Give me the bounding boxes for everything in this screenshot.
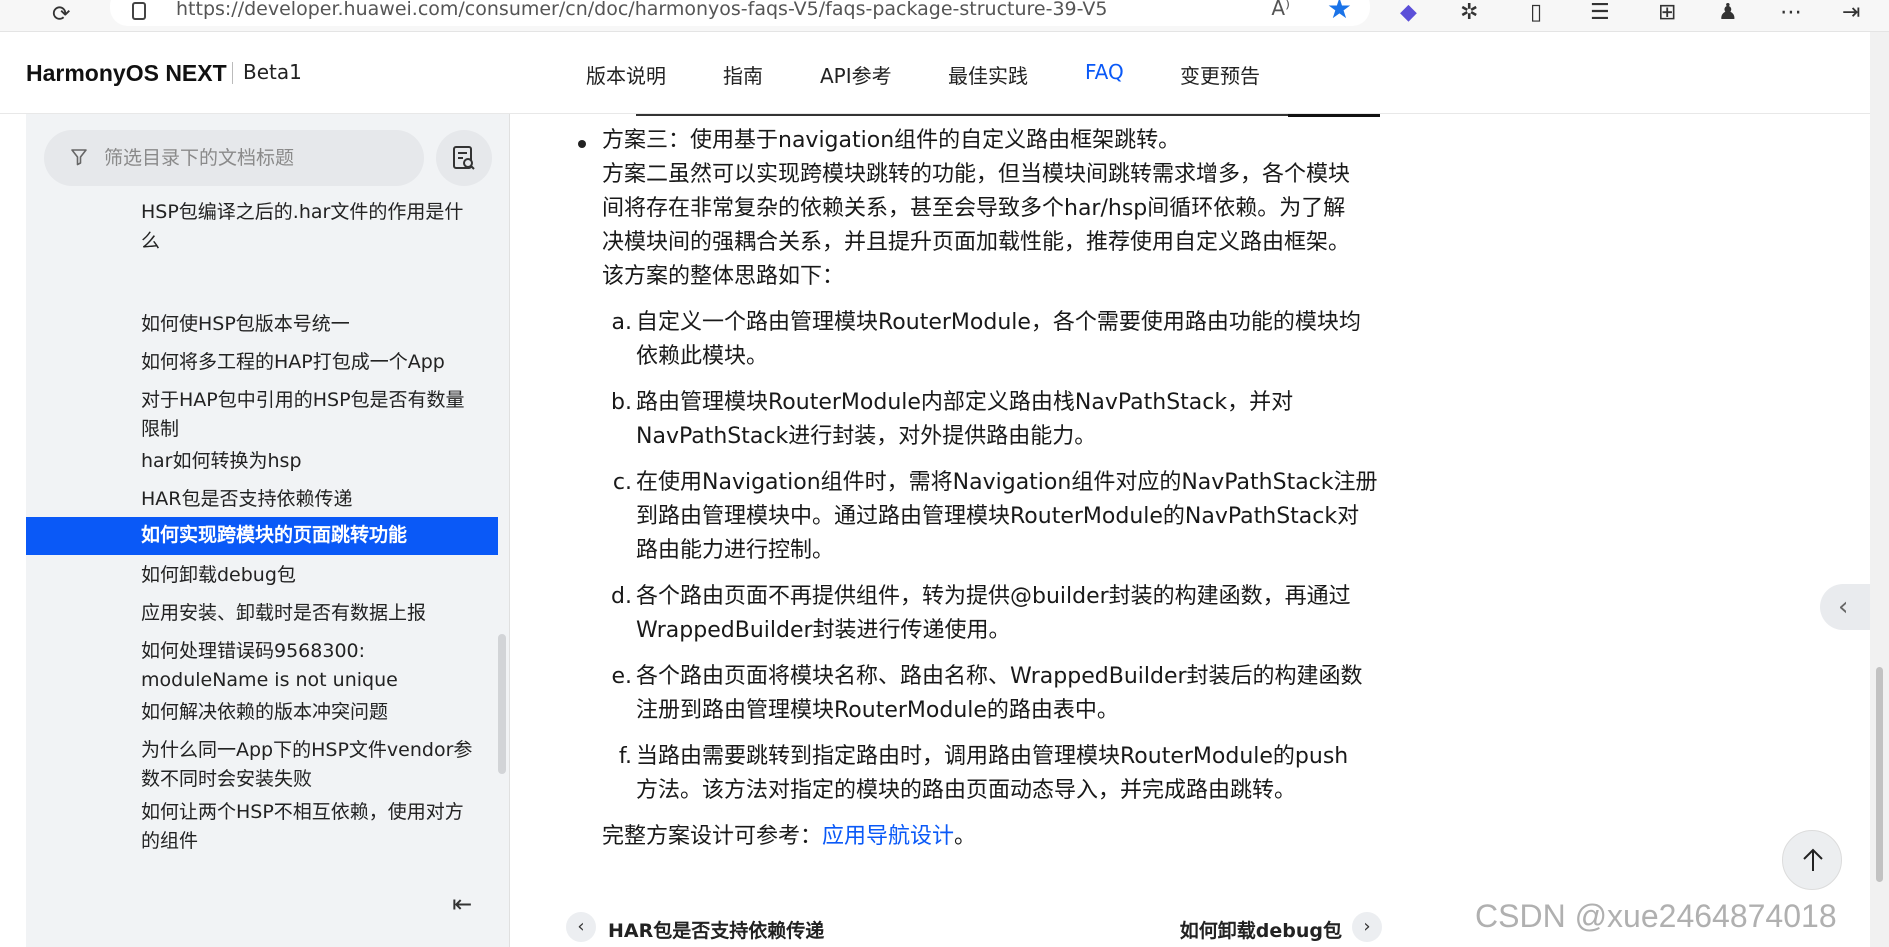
step-a-line-1: 自定义一个路由管理模块RouterModule，各个需要使用路由功能的模块均 bbox=[636, 310, 1361, 335]
document-search-icon bbox=[453, 146, 475, 170]
step-letter: f. bbox=[618, 744, 632, 769]
split-screen-icon[interactable]: ▯ bbox=[1530, 0, 1542, 25]
sidebar: HSP包编译之后的.har文件的作用是什么 如何使HSP包版本号统一 如何将多工… bbox=[26, 114, 510, 947]
watermark: CSDN @xue2464874018 bbox=[1475, 898, 1837, 934]
sidebar-item-vendor-param[interactable]: 为什么同一App下的HSP文件vendor参数不同时会安装失败 bbox=[26, 736, 498, 794]
step-a-line-2: 依赖此模块。 bbox=[636, 344, 769, 369]
read-aloud-icon[interactable]: A⁾ bbox=[1271, 0, 1290, 20]
step-e-line-1: 各个路由页面将模块名称、路由名称、WrappedBuilder封装后的构建函数 bbox=[636, 664, 1363, 689]
prev-page-link[interactable]: HAR包是否支持依赖传递 bbox=[608, 916, 824, 943]
chevron-right-icon[interactable]: › bbox=[1352, 912, 1382, 942]
main-content: 方案三：使用基于navigation组件的自定义路由框架跳转。 方案二虽然可以实… bbox=[560, 114, 1390, 947]
pager: ‹ HAR包是否支持依赖传递 如何卸载debug包 › bbox=[560, 910, 1390, 947]
sidebar-item-har-to-hsp[interactable]: har如何转换为hsp bbox=[26, 447, 498, 476]
tab-guide[interactable]: 指南 bbox=[723, 60, 763, 89]
collections-icon[interactable]: ⊞ bbox=[1658, 0, 1676, 25]
sidebar-toggle-icon[interactable]: ⇥ bbox=[1842, 0, 1860, 25]
tab-faq[interactable]: FAQ bbox=[1085, 60, 1124, 84]
copilot-icon[interactable]: ◆ bbox=[1400, 0, 1417, 25]
top-navigation: HarmonyOS NEXT Beta1 版本说明 指南 API参考 最佳实践 … bbox=[0, 32, 1870, 114]
page-scrollbar-thumb[interactable] bbox=[1876, 667, 1883, 882]
step-d-line-1: 各个路由页面不再提供组件，转为提供@builder封装的构建函数，再通过 bbox=[636, 584, 1351, 609]
address-bar[interactable]: https://developer.huawei.com/consumer/cn… bbox=[110, 0, 1370, 26]
step-b-line-2: NavPathStack进行封装，对外提供路由能力。 bbox=[636, 424, 1097, 449]
sidebar-item-cross-module-jump[interactable]: 如何实现跨模块的页面跳转功能 bbox=[26, 517, 498, 555]
doc-search-button[interactable] bbox=[436, 130, 492, 186]
collapse-sidebar-icon[interactable]: ⇤ bbox=[452, 890, 472, 918]
sidebar-item-version-conflict[interactable]: 如何解决依赖的版本冲突问题 bbox=[26, 698, 498, 727]
step-d-line-2: WrappedBuilder封装进行传递使用。 bbox=[636, 618, 1011, 643]
favorite-star-icon[interactable]: ★ bbox=[1327, 0, 1352, 25]
tab-api-reference[interactable]: API参考 bbox=[820, 60, 892, 89]
step-letter: e. bbox=[611, 664, 632, 689]
more-icon[interactable]: ⋯ bbox=[1780, 0, 1802, 25]
chevron-left-icon: ‹ bbox=[1838, 592, 1849, 622]
scheme3-title: 方案三：使用基于navigation组件的自定义路由框架跳转。 bbox=[602, 128, 1181, 153]
step-c-line-2: 到路由管理模块中。通过路由管理模块RouterModule的NavPathSta… bbox=[636, 504, 1360, 529]
sidebar-item-har-dependency[interactable]: HAR包是否支持依赖传递 bbox=[26, 485, 498, 514]
step-letter: d. bbox=[611, 584, 632, 609]
tab-release-notes[interactable]: 版本说明 bbox=[586, 60, 666, 89]
list-bullet bbox=[578, 140, 586, 148]
tab-best-practices[interactable]: 最佳实践 bbox=[948, 60, 1028, 89]
sidebar-item-error-9568300[interactable]: 如何处理错误码9568300: moduleName is not unique bbox=[26, 637, 498, 695]
favorites-icon[interactable]: ☰ bbox=[1590, 0, 1610, 25]
reference-prefix: 完整方案设计可参考： bbox=[602, 824, 823, 849]
sidebar-item-uninstall-debug[interactable]: 如何卸载debug包 bbox=[26, 561, 498, 590]
step-f-line-2: 方法。该方法对指定的模块的路由页面动态导入，并完成路由跳转。 bbox=[636, 778, 1297, 803]
sidebar-list: HSP包编译之后的.har文件的作用是什么 如何使HSP包版本号统一 如何将多工… bbox=[26, 202, 498, 902]
filter-search-box[interactable] bbox=[44, 130, 424, 186]
url-text[interactable]: https://developer.huawei.com/consumer/cn… bbox=[176, 0, 1107, 20]
sidebar-item-har-file[interactable]: HSP包编译之后的.har文件的作用是什么 bbox=[26, 202, 498, 256]
tab-change-notice[interactable]: 变更预告 bbox=[1180, 60, 1260, 89]
intro-line-4: 该方案的整体思路如下： bbox=[602, 264, 845, 289]
arrow-up-icon bbox=[1803, 848, 1823, 871]
sidebar-item-hsp-version[interactable]: 如何使HSP包版本号统一 bbox=[26, 310, 498, 339]
step-c-line-1: 在使用Navigation组件时，需将Navigation组件对应的NavPat… bbox=[636, 470, 1378, 495]
step-b-line-1: 路由管理模块RouterModule内部定义路由栈NavPathStack，并对 bbox=[636, 390, 1294, 415]
sidebar-item-pack-hap[interactable]: 如何将多工程的HAP打包成一个App bbox=[26, 348, 498, 377]
code-block-border-accent bbox=[1288, 114, 1380, 117]
step-letter: b. bbox=[611, 390, 632, 415]
next-page-link[interactable]: 如何卸载debug包 bbox=[1180, 916, 1342, 943]
code-block-border bbox=[636, 114, 1380, 116]
sidebar-scrollbar[interactable] bbox=[498, 634, 506, 774]
sidebar-item-install-data-report[interactable]: 应用安装、卸载时是否有数据上报 bbox=[26, 599, 498, 628]
step-e-line-2: 注册到路由管理模块RouterModule的路由表中。 bbox=[636, 698, 1119, 723]
browser-toolbar: ⟳ https://developer.huawei.com/consumer/… bbox=[0, 0, 1889, 32]
back-to-top-button[interactable] bbox=[1782, 830, 1842, 890]
step-f-line-1: 当路由需要跳转到指定路由时，调用路由管理模块RouterModule的push bbox=[636, 744, 1349, 769]
intro-line-1: 方案二虽然可以实现跨模块跳转的功能，但当模块间跳转需求增多，各个模块 bbox=[602, 162, 1351, 187]
extensions-icon[interactable]: ✲ bbox=[1460, 0, 1478, 25]
site-info-icon[interactable] bbox=[132, 2, 146, 20]
profile-icon[interactable]: ♟ bbox=[1718, 0, 1738, 25]
filter-icon bbox=[71, 149, 87, 166]
version-label[interactable]: Beta1 bbox=[243, 60, 302, 84]
intro-line-3: 决模块间的强耦合关系，并且提升页面加载性能，推荐使用自定义路由框架。 bbox=[602, 230, 1351, 255]
nav-design-link[interactable]: 应用导航设计 bbox=[822, 824, 954, 849]
reference-suffix: 。 bbox=[954, 824, 977, 849]
reference-line: 完整方案设计可参考：应用导航设计。 bbox=[602, 820, 976, 854]
reload-icon[interactable]: ⟳ bbox=[52, 2, 70, 27]
step-letter: a. bbox=[611, 310, 632, 335]
chevron-left-icon[interactable]: ‹ bbox=[566, 912, 596, 942]
sidebar-item-hsp-limit[interactable]: 对于HAP包中引用的HSP包是否有数量限制 bbox=[26, 386, 498, 444]
filter-input[interactable] bbox=[104, 142, 404, 174]
brand-logo[interactable]: HarmonyOS NEXT bbox=[26, 60, 227, 87]
intro-line-2: 间将存在非常复杂的依赖关系，甚至会导致多个har/hsp间循环依赖。为了解 bbox=[602, 196, 1346, 221]
sidebar-item-hsp-no-dependency[interactable]: 如何让两个HSP不相互依赖，使用对方的组件 bbox=[26, 798, 498, 856]
page-scrollbar[interactable] bbox=[1870, 32, 1889, 947]
brand-divider bbox=[232, 62, 233, 84]
step-c-line-3: 路由能力进行控制。 bbox=[636, 538, 835, 563]
step-letter: c. bbox=[612, 470, 632, 495]
sidebar-fade bbox=[26, 874, 498, 914]
